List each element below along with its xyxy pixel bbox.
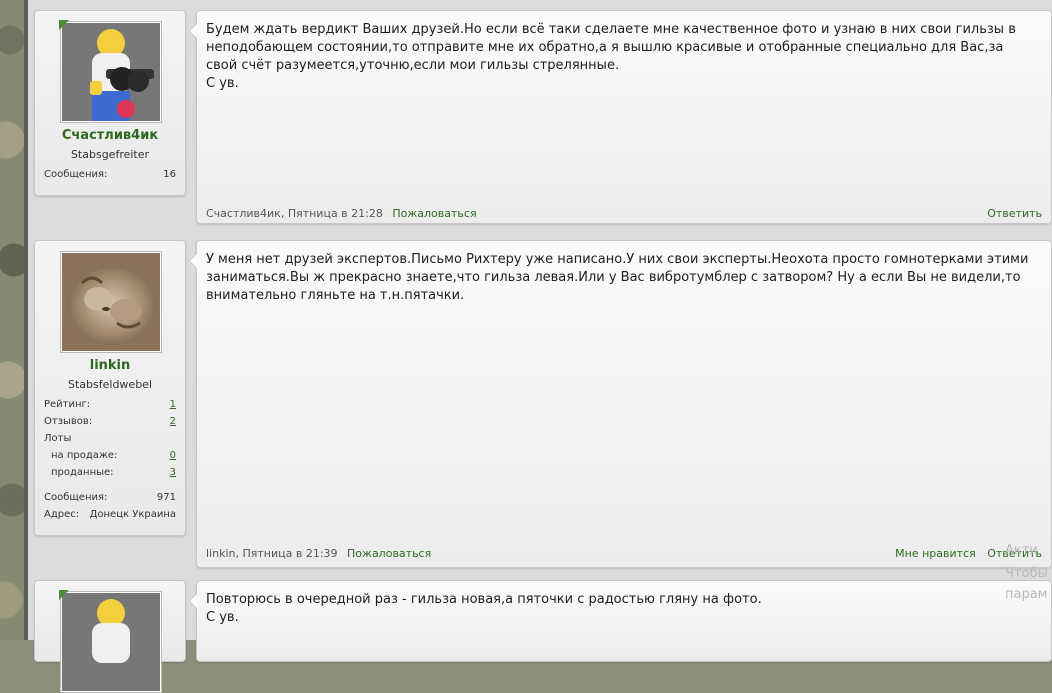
message-line: внимательно гляньте на т.н.пятачки. [206, 288, 465, 303]
avatar[interactable] [60, 21, 162, 123]
activation-watermark-line: Акти [1005, 543, 1038, 558]
activation-watermark-line: Чтобы [1005, 566, 1048, 581]
activation-watermark-line: парам [1005, 587, 1048, 602]
on-sale-value-link[interactable]: 0 [170, 450, 176, 461]
message-footer: linkin, Пятница в 21:39 Пожаловаться Мне… [206, 547, 1042, 560]
rating-stat: Рейтинг: 1 [44, 399, 176, 410]
messages-stat: Сообщения: 971 [44, 492, 176, 503]
on-sale-stat: на продаже: 0 [44, 450, 176, 461]
message-text: У меня нет друзей экспертов.Письмо Рихте… [206, 251, 1042, 305]
user-card: Счастлив4ик Stabsgefreiter Сообщения: 16 [34, 10, 186, 196]
message-text: Будем ждать вердикт Ваших друзей.Но если… [206, 21, 1042, 93]
sold-label: проданные: [51, 467, 114, 478]
message-text: Повторюсь в очередной раз - гильза новая… [206, 591, 1042, 627]
sold-stat: проданные: 3 [44, 467, 176, 478]
messages-label: Сообщения: [44, 169, 108, 180]
user-card: linkin Stabsfeldwebel Рейтинг: 1 Отзывов… [34, 240, 186, 536]
message-line: У меня нет друзей экспертов.Письмо Рихте… [206, 252, 1029, 267]
message-line: С ув. [206, 610, 239, 625]
like-link[interactable]: Мне нравится [895, 547, 976, 560]
post-2: linkin Stabsfeldwebel Рейтинг: 1 Отзывов… [34, 240, 1052, 570]
online-flag [59, 590, 69, 600]
avatar[interactable] [60, 591, 162, 693]
rating-value-link[interactable]: 1 [170, 399, 176, 410]
post-meta[interactable]: Счастлив4ик, Пятница в 21:28 [206, 207, 383, 220]
post-1: Счастлив4ик Stabsgefreiter Сообщения: 16… [34, 10, 1052, 232]
message-arrow [189, 253, 197, 269]
message-arrow [189, 23, 197, 39]
camouflage-border [0, 0, 24, 640]
user-card [34, 580, 186, 693]
homer-avatar-icon [62, 23, 160, 121]
online-flag [59, 20, 69, 30]
username[interactable]: Счастлив4ик [35, 128, 185, 143]
user-title: Stabsgefreiter [70, 148, 150, 161]
sold-value-link[interactable]: 3 [170, 467, 176, 478]
on-sale-label: на продаже: [51, 450, 118, 461]
post-3: Повторюсь в очередной раз - гильза новая… [34, 580, 1052, 693]
messages-count: 971 [156, 492, 176, 503]
message-line: свой счёт разумеется,уточню,если мои гил… [206, 58, 620, 73]
messages-count: 16 [163, 169, 176, 180]
message-line: Будем ждать вердикт Ваших друзей.Но если… [206, 22, 1016, 37]
message-line: заниматься.Вы ж прекрасно знаете,что гил… [206, 270, 1021, 285]
message-box: У меня нет друзей экспертов.Письмо Рихте… [189, 240, 1052, 568]
post-meta[interactable]: linkin, Пятница в 21:39 [206, 547, 338, 560]
address-value: Донецк Украина [89, 509, 176, 520]
message-line: неподобающем состоянии,то отправите мне … [206, 40, 1004, 55]
reviews-label: Отзывов: [44, 416, 93, 427]
address-stat: Адрес: Донецк Украина [44, 509, 176, 520]
messages-label: Сообщения: [44, 492, 108, 503]
message-footer: Счастлив4ик, Пятница в 21:28 Пожаловатьс… [206, 207, 1042, 220]
cat-avatar-icon [62, 253, 160, 351]
report-link[interactable]: Пожаловаться [392, 207, 476, 220]
rating-label: Рейтинг: [44, 399, 91, 410]
address-label: Адрес: [44, 509, 80, 520]
message-line: С ув. [206, 76, 239, 91]
post-actions: Ответить [979, 207, 1042, 220]
report-link[interactable]: Пожаловаться [347, 547, 431, 560]
user-title: Stabsfeldwebel [68, 378, 152, 391]
reviews-stat: Отзывов: 2 [44, 416, 176, 427]
message-box: Будем ждать вердикт Ваших друзей.Но если… [189, 10, 1052, 224]
lots-stat: Лоты [44, 433, 176, 444]
reviews-value-link[interactable]: 2 [170, 416, 176, 427]
homer-avatar-icon [62, 593, 160, 691]
reply-link[interactable]: Ответить [987, 207, 1042, 220]
username[interactable]: linkin [35, 358, 185, 373]
avatar[interactable] [60, 251, 162, 353]
messages-stat: Сообщения: 16 [44, 169, 176, 180]
message-line: Повторюсь в очередной раз - гильза новая… [206, 592, 762, 607]
lots-label: Лоты [44, 433, 72, 444]
message-arrow [189, 593, 197, 609]
message-box: Повторюсь в очередной раз - гильза новая… [189, 580, 1052, 662]
